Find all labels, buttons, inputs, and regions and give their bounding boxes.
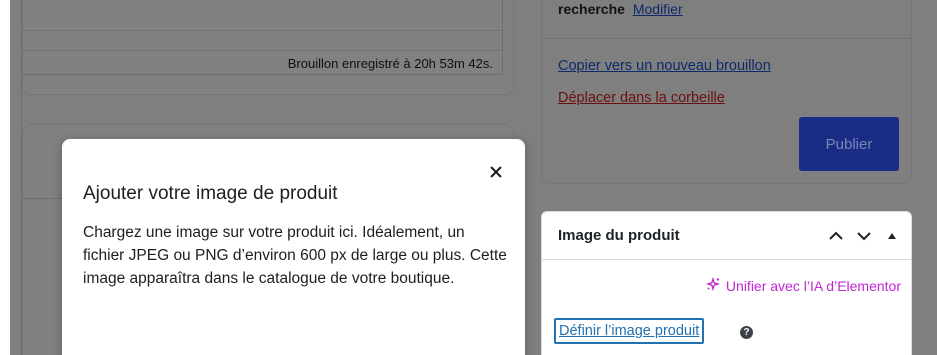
modify-link[interactable]: Modifier xyxy=(633,1,683,17)
toggle-panel-icon[interactable] xyxy=(881,225,903,247)
elementor-ai-link[interactable]: Unifier avec l’IA d’Elementor xyxy=(705,276,901,294)
close-icon[interactable] xyxy=(485,161,507,183)
ai-sparkle-icon xyxy=(705,276,721,294)
copy-to-new-draft-link[interactable]: Copier vers un nouveau brouillon xyxy=(558,58,771,74)
publish-divider xyxy=(542,38,911,39)
move-up-icon[interactable] xyxy=(825,225,847,247)
search-visibility-label: recherche xyxy=(558,1,625,17)
admin-sidebar-edge xyxy=(0,0,10,355)
tour-popover: Ajouter votre image de produit Chargez u… xyxy=(62,139,525,355)
move-down-icon[interactable] xyxy=(853,225,875,247)
search-visibility-row: recherche Modifier xyxy=(558,1,683,17)
set-product-image-link[interactable]: Définir l’image produit xyxy=(554,318,705,344)
product-image-title: Image du produit xyxy=(558,227,680,244)
editor-area[interactable]: Brouillon enregistré à 20h 53m 42s. xyxy=(23,0,503,75)
editor-divider xyxy=(23,30,503,31)
elementor-ai-label: Unifier avec l’IA d’Elementor xyxy=(725,277,901,294)
product-image-box: Image du produit Unifier avec l’IA d’Ele… xyxy=(541,211,912,355)
product-image-header: Image du produit xyxy=(542,212,911,260)
tour-title: Ajouter votre image de produit xyxy=(83,183,338,204)
publish-box: recherche Modifier Copier vers un nouvea… xyxy=(541,0,912,184)
question-circle-icon[interactable]: ? xyxy=(740,326,753,339)
tour-description: Chargez une image sur votre produit ici.… xyxy=(83,224,507,287)
editor-card: Brouillon enregistré à 20h 53m 42s. xyxy=(22,0,514,95)
draft-saved-status: Brouillon enregistré à 20h 53m 42s. xyxy=(23,50,503,74)
move-to-trash-link[interactable]: Déplacer dans la corbeille xyxy=(558,90,725,106)
box-controls xyxy=(825,225,903,247)
publish-button[interactable]: Publier xyxy=(799,117,899,171)
